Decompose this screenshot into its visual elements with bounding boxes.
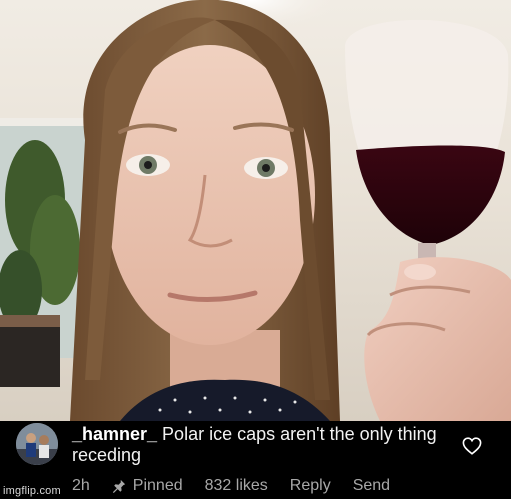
selfie-photo	[0, 0, 511, 421]
send-button[interactable]: Send	[353, 477, 390, 495]
pushpin-icon	[112, 479, 125, 493]
comment-body: _hamner_ Polar ice caps aren't the only t…	[72, 424, 452, 466]
pinned-indicator: Pinned	[112, 477, 183, 495]
comment-username[interactable]: _hamner_	[72, 424, 157, 444]
reply-button[interactable]: Reply	[290, 477, 331, 495]
avatar[interactable]	[16, 423, 58, 465]
pinned-comment: _hamner_ Polar ice caps aren't the only t…	[0, 421, 511, 499]
heart-outline-icon	[462, 437, 482, 455]
avatar-image	[16, 423, 58, 465]
imgflip-watermark: imgflip.com	[3, 485, 61, 497]
comment-meta: 2h Pinned 832 likes Reply Send	[72, 476, 412, 496]
meme-image: _hamner_ Polar ice caps aren't the only t…	[0, 0, 511, 499]
photo-illustration	[0, 0, 511, 421]
pinned-label: Pinned	[132, 477, 183, 494]
likes-count[interactable]: 832 likes	[205, 477, 268, 495]
comment-time: 2h	[72, 477, 90, 494]
like-button[interactable]	[462, 437, 484, 457]
